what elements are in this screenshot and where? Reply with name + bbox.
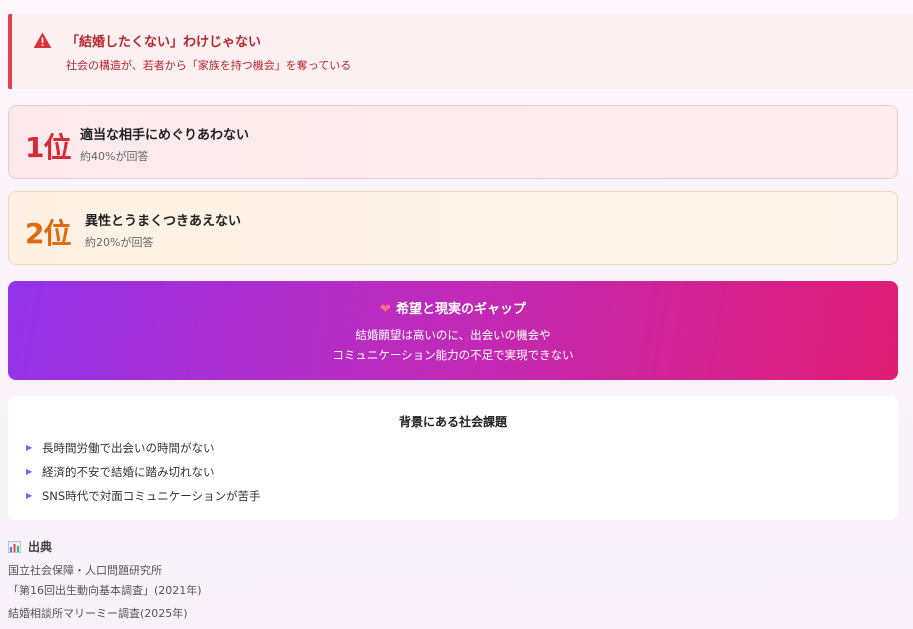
list-item-text: 経済的不安で結婚に踏み切れない <box>42 465 215 479</box>
social-issues-card: 背景にある社会課題 ▶ 長時間労働で出会いの時間がない ▶ 経済的不安で結婚に踏み切… <box>8 396 898 520</box>
page: 「結婚したくない」わけじゃない 社会の構造が、若者から「家族を持つ機会」を奪って… <box>0 0 913 629</box>
rank-number: 2位 <box>25 217 71 250</box>
rank-number: 1位 <box>25 131 71 164</box>
alert-box: 「結婚したくない」わけじゃない 社会の構造が、若者から「家族を持つ機会」を奪って… <box>8 14 913 89</box>
issues-list: ▶ 長時間労働で出会いの時間がない ▶ 経済的不安で結婚に踏み切れない ▶ SNS時代… <box>26 440 260 512</box>
rank-note: 約40%が回答 <box>80 150 149 163</box>
source-line-1: 国立社会保障・人口問題研究所 <box>8 564 162 577</box>
alert-title: 「結婚したくない」わけじゃない <box>66 35 262 50</box>
bullet-icon: ▶ <box>26 467 33 476</box>
warning-triangle-icon <box>34 33 51 48</box>
list-item-text: SNS時代で対面コミュニケーションが苦手 <box>42 489 261 503</box>
list-item: ▶ SNS時代で対面コミュニケーションが苦手 <box>26 488 260 512</box>
rank-label: 異性とうまくつきあえない <box>85 214 242 229</box>
bar-chart-icon <box>8 540 21 553</box>
gap-title: 希望と現実のギャップ <box>395 302 526 317</box>
bullet-icon: ▶ <box>26 491 33 500</box>
rank-card-1: 1位 適当な相手にめぐりあわない 約40%が回答 <box>8 105 898 179</box>
rank-card-2: 2位 異性とうまくつきあえない 約20%が回答 <box>8 191 898 265</box>
list-item-text: 長時間労働で出会いの時間がない <box>42 441 215 455</box>
source-line-3: 結婚相談所マリーミー調査(2025年) <box>8 607 188 620</box>
sources-section: 出典 国立社会保障・人口問題研究所 「第16回出生動向基本調査」(2021年) … <box>8 538 202 620</box>
sources-title: 出典 <box>28 540 53 554</box>
alert-subtitle: 社会の構造が、若者から「家族を持つ機会」を奪っている <box>66 59 352 72</box>
gap-banner: ❤ 希望と現実のギャップ 結婚願望は高いのに、出会いの機会や コミュニケーション能… <box>8 281 898 380</box>
gap-line-1: 結婚願望は高いのに、出会いの機会や <box>355 328 551 342</box>
source-line-2: 「第16回出生動向基本調査」(2021年) <box>8 584 202 597</box>
gap-title-row: ❤ 希望と現実のギャップ <box>8 298 898 317</box>
broken-heart-icon: ❤ <box>380 302 391 317</box>
list-item: ▶ 長時間労働で出会いの時間がない <box>26 440 260 464</box>
gap-line-2: コミュニケーション能力の不足で実現できない <box>332 348 574 362</box>
list-item: ▶ 経済的不安で結婚に踏み切れない <box>26 464 260 488</box>
bullet-icon: ▶ <box>26 443 33 452</box>
sources-header: 出典 <box>8 538 52 555</box>
rank-label: 適当な相手にめぐりあわない <box>80 128 250 143</box>
rank-note: 約20%が回答 <box>85 236 154 249</box>
issues-title: 背景にある社会課題 <box>398 415 507 429</box>
